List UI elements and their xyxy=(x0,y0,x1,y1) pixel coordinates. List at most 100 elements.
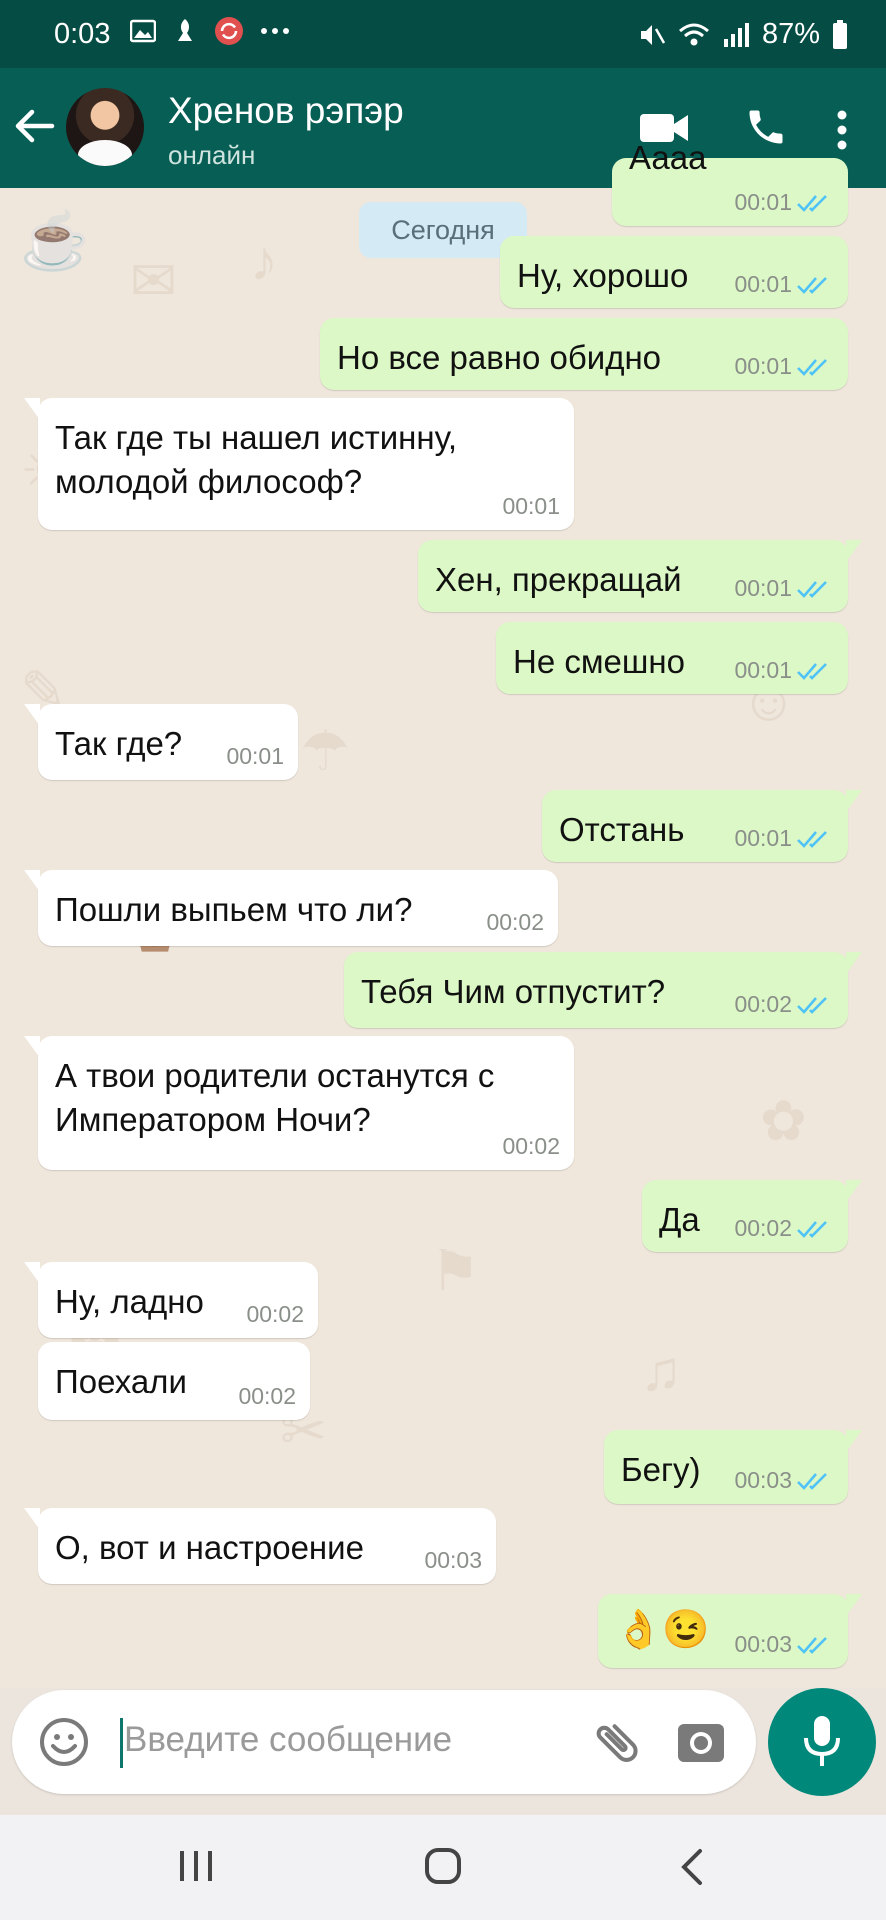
incoming-message[interactable]: А твои родители останутся с Императором … xyxy=(24,1036,574,1170)
incoming-message[interactable]: Так где ты нашел истинну, молодой филосо… xyxy=(24,398,574,530)
read-ticks-icon xyxy=(797,996,827,1014)
message-meta: 00:02 xyxy=(502,1133,560,1160)
sync-icon xyxy=(215,17,243,45)
message-time: 00:03 xyxy=(734,1631,792,1657)
message-meta: 00:01 xyxy=(734,575,834,602)
outgoing-message[interactable]: Не смешно 00:01 xyxy=(496,622,848,694)
message-text: Да xyxy=(659,1201,700,1238)
outgoing-message[interactable]: 👌😉 00:03 xyxy=(598,1594,862,1668)
more-notifications-icon xyxy=(261,28,289,34)
message-text: Пошли выпьем что ли? xyxy=(55,891,413,928)
message-text: Не смешно xyxy=(513,643,685,680)
message-text: Поехали xyxy=(55,1363,187,1400)
message-text: Аааа xyxy=(629,139,707,176)
read-ticks-icon xyxy=(797,580,827,598)
outgoing-message[interactable]: Аааа 00:01 xyxy=(612,139,848,226)
message-text: О, вот и настроение xyxy=(55,1529,364,1566)
outgoing-message[interactable]: Тебя Чим отпустит? 00:02 xyxy=(344,952,862,1028)
message-meta: 00:02 xyxy=(734,991,834,1018)
message-meta: 00:01 xyxy=(734,353,834,380)
read-ticks-icon xyxy=(797,358,827,376)
message-time: 00:03 xyxy=(734,1467,792,1493)
message-time: 00:02 xyxy=(238,1383,296,1409)
read-ticks-icon xyxy=(797,662,827,680)
message-time: 00:01 xyxy=(226,743,284,769)
read-ticks-icon xyxy=(797,1636,827,1654)
message-meta: 00:01 xyxy=(734,189,834,216)
recent-apps-icon[interactable] xyxy=(178,1849,214,1883)
message-text: Хен, прекращай xyxy=(435,561,682,598)
outgoing-message[interactable]: Бегу) 00:03 xyxy=(604,1430,862,1504)
message-time: 00:02 xyxy=(486,909,544,935)
message-time: 00:01 xyxy=(734,657,792,683)
message-time: 00:02 xyxy=(734,991,792,1017)
avatar[interactable] xyxy=(66,88,144,166)
outgoing-message[interactable]: Ну, хорошо 00:01 xyxy=(500,236,848,308)
mic-button[interactable] xyxy=(768,1688,876,1796)
message-text: Бегу) xyxy=(621,1451,701,1488)
attach-icon[interactable] xyxy=(590,1716,644,1770)
contact-status: онлайн xyxy=(168,140,256,170)
back-arrow-icon[interactable] xyxy=(12,104,56,148)
battery-icon xyxy=(833,19,847,49)
status-bar: 0:03 87% xyxy=(0,0,886,68)
camera-icon[interactable] xyxy=(676,1718,726,1766)
message-meta: 00:02 xyxy=(486,909,544,936)
message-meta: 00:01 xyxy=(226,743,284,770)
message-time: 00:01 xyxy=(734,575,792,601)
gallery-icon xyxy=(130,19,156,43)
message-input[interactable]: Введите сообщение xyxy=(124,1720,452,1760)
status-time: 0:03 xyxy=(54,18,111,50)
notification-icons xyxy=(130,16,290,46)
read-ticks-icon xyxy=(797,194,827,212)
message-text: А твои родители останутся с Императором … xyxy=(55,1057,495,1138)
outgoing-message[interactable]: Отстань 00:01 xyxy=(542,790,862,862)
message-meta: 00:02 xyxy=(734,1215,834,1242)
message-text: Тебя Чим отпустит? xyxy=(361,973,666,1010)
message-meta: 00:03 xyxy=(424,1547,482,1574)
app-notification-icon xyxy=(178,19,192,41)
message-text: Но все равно обидно xyxy=(337,339,662,376)
message-time: 00:01 xyxy=(734,271,792,297)
incoming-message[interactable]: Так где? 00:01 xyxy=(24,704,298,780)
message-meta: 00:01 xyxy=(502,493,560,520)
back-nav-icon[interactable] xyxy=(680,1847,704,1887)
battery-percent: 87% xyxy=(761,18,820,50)
message-time: 00:01 xyxy=(734,353,792,379)
mute-icon xyxy=(640,24,666,45)
message-text: Ну, ладно xyxy=(55,1283,204,1320)
message-time: 00:02 xyxy=(734,1215,792,1241)
outgoing-message[interactable]: Но все равно обидно 00:01 xyxy=(320,318,848,390)
mic-icon xyxy=(804,1716,840,1766)
wifi-icon xyxy=(678,23,709,45)
incoming-message[interactable]: О, вот и настроение 00:03 xyxy=(24,1508,496,1584)
more-options-icon[interactable] xyxy=(836,110,848,150)
emoji-icon[interactable] xyxy=(38,1716,90,1768)
message-text: Так где ты нашел истинну, молодой филосо… xyxy=(55,419,457,500)
system-icons: 87% xyxy=(638,18,848,51)
message-input-bar[interactable]: Введите сообщение xyxy=(12,1690,756,1794)
voice-call-icon[interactable] xyxy=(744,104,788,150)
read-ticks-icon xyxy=(797,1472,827,1490)
incoming-message[interactable]: Ну, ладно 00:02 xyxy=(24,1262,318,1338)
message-time: 00:01 xyxy=(734,825,792,851)
read-ticks-icon xyxy=(797,276,827,294)
message-time: 00:02 xyxy=(502,1133,560,1159)
outgoing-message[interactable]: Хен, прекращай 00:01 xyxy=(418,540,862,612)
message-time: 00:02 xyxy=(246,1301,304,1327)
read-ticks-icon xyxy=(797,830,827,848)
message-meta: 00:02 xyxy=(238,1383,296,1410)
message-meta: 00:02 xyxy=(246,1301,304,1328)
incoming-message[interactable]: Поехали 00:02 xyxy=(38,1342,310,1420)
message-text: Так где? xyxy=(55,725,183,762)
message-text: Ну, хорошо xyxy=(517,257,689,294)
message-meta: 00:01 xyxy=(734,271,834,298)
contact-name[interactable]: Хренов рэпэр xyxy=(168,90,404,132)
message-meta: 00:03 xyxy=(734,1467,834,1494)
outgoing-message[interactable]: Да 00:02 xyxy=(642,1180,862,1252)
message-time: 00:01 xyxy=(734,189,792,215)
message-meta: 00:03 xyxy=(734,1631,834,1658)
incoming-message[interactable]: Пошли выпьем что ли? 00:02 xyxy=(24,870,558,946)
text-cursor xyxy=(120,1718,123,1768)
home-icon[interactable] xyxy=(424,1847,462,1885)
